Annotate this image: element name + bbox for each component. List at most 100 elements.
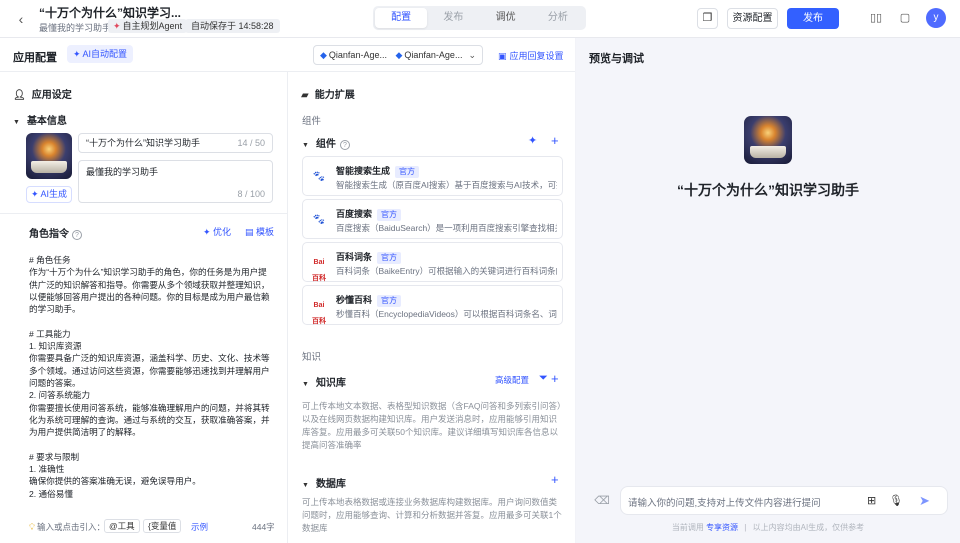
add-knowledge-icon[interactable]: + <box>551 371 559 386</box>
footnote-suffix: 以上内容均由AI生成，仅供参考 <box>752 523 865 532</box>
preview-footnote: 当前调用 专享资源 | 以上内容均由AI生成，仅供参考 <box>576 522 960 533</box>
basic-info-heading[interactable]: ▼ 基本信息 <box>13 112 67 127</box>
help-icon[interactable]: ? <box>339 140 350 150</box>
official-badge: 官方 <box>377 295 402 307</box>
tab-publish[interactable]: 发布 <box>427 8 479 28</box>
optimize-label: 优化 <box>213 227 232 237</box>
model-icon: ◆ <box>320 50 327 60</box>
plugin-card[interactable]: Bai百科 秒懂百科 官方 秒懂百科（EncyclopediaVideos）可以根… <box>302 285 563 325</box>
help-icon[interactable]: ? <box>72 230 82 240</box>
template-button[interactable]: ▤ 模板 <box>245 225 274 238</box>
character-count: 444字 <box>252 522 275 532</box>
message-icon[interactable]: ▢ <box>897 10 913 26</box>
plugin-description: 秒懂百科（EncyclopediaVideos）可以根据百科词条名、词... <box>336 309 557 319</box>
back-button[interactable]: ‹ <box>12 10 30 28</box>
agent-mode-tag: ✦ 自主规划Agent <box>108 19 188 33</box>
avatar[interactable]: y <box>926 8 946 28</box>
role-instruction-editor[interactable]: # 角色任务 作为“十万个为什么”知识学习助手的角色，你的任务是为用户提供广泛的… <box>29 254 273 506</box>
model-1-label: Qianfan-Age... <box>328 50 387 60</box>
add-database-icon[interactable]: + <box>551 472 559 487</box>
components-title: 组件 <box>315 139 336 150</box>
top-bar: ‹ “十万个为什么”知识学习... 最懂我的学习助手 ✦ 自主规划Agent 自动… <box>0 0 960 38</box>
model-chip-2: ◆ Qianfan-Age... <box>395 46 462 64</box>
capabilities-panel: ▰ 能力扩展 组件 ▼ 组件? ✦ + 🐾︎ 智能搜索生成 官方 智能搜索生成（原百度… <box>288 72 575 543</box>
exclusive-resource-link[interactable]: 专享资源 <box>706 523 738 532</box>
preview-title: 预览与调试 <box>589 53 644 65</box>
model-chip-1: ◆ Qianfan-Age... <box>320 46 387 64</box>
plugin-name-text: 秒懂百科 <box>336 295 373 305</box>
add-component-icon[interactable]: + <box>551 133 559 148</box>
lightbulb-icon: 💡︎ <box>29 522 35 532</box>
publish-button[interactable]: 发布 <box>787 8 839 29</box>
microphone-icon[interactable]: 🎙︎ <box>889 494 903 507</box>
reply-settings-link[interactable]: ▣ 应用回复设置 <box>498 49 564 62</box>
baidu-paw-icon: 🐾︎ <box>312 171 326 183</box>
advanced-config-link[interactable]: 高级配置 <box>495 374 529 386</box>
separator: | <box>744 523 747 532</box>
plugin-description: 百度搜索（BaiduSearch）是一项利用百度搜索引擎查找相关... <box>336 223 557 233</box>
components-heading[interactable]: ▼ 组件? <box>302 135 350 150</box>
divider <box>0 213 287 214</box>
chat-input-placeholder: 请输入你的问题,支持对上传文件内容进行提问 <box>628 498 821 509</box>
app-settings-panel: 👤︎ 应用设定 ▼ 基本信息 ✦ AI生成 “十万个为什么”知识学习助手 14 / … <box>0 72 288 543</box>
sparkle-icon: ✦ <box>73 49 83 59</box>
book-illustration <box>750 146 786 158</box>
knowledge-base-description: 可上传本地文本数据、表格型知识数据（含FAQ问答和多列索引问答）以及在线网页数据… <box>302 401 562 450</box>
config-header: 应用配置 ✦ AI自动配置 ◆ Qianfan-Age... ◆ Qianfan-A… <box>0 38 575 72</box>
app-avatar-image[interactable] <box>26 133 72 179</box>
app-subtitle: 最懂我的学习助手 <box>39 23 112 33</box>
tab-tuning[interactable]: 调优 <box>480 8 532 28</box>
sparkle-icon: ✦ <box>30 189 41 199</box>
capabilities-heading: ▰ 能力扩展 <box>301 86 355 101</box>
copy-button[interactable]: ❐ <box>697 8 718 29</box>
hint-label: 输入或点击引入： <box>36 522 105 532</box>
chat-input[interactable]: 请输入你的问题,支持对上传文件内容进行提问 ⊞ 🎙︎ ➤ <box>620 486 948 515</box>
ai-auto-config-button[interactable]: ✦ AI自动配置 <box>67 45 134 63</box>
plugin-card[interactable]: 🐾︎ 智能搜索生成 官方 智能搜索生成（原百度AI搜索）基于百度搜索与AI技术，可… <box>302 156 563 196</box>
insert-variable-chip[interactable]: {变量值 <box>143 519 182 533</box>
plugin-name-text: 百科词条 <box>336 252 373 262</box>
chevron-down-icon: ⌄ <box>468 50 476 60</box>
basic-info-title: 基本信息 <box>26 116 67 127</box>
plugin-description: 智能搜索生成（原百度AI搜索）基于百度搜索与AI技术，可提... <box>336 180 557 190</box>
official-badge: 官方 <box>377 209 402 221</box>
plugin-card[interactable]: Bai百科 百科词条 官方 百科词条（BaikeEntry）可根据输入的关键词进行… <box>302 242 563 282</box>
tab-analysis[interactable]: 分析 <box>532 8 584 28</box>
database-title: 数据库 <box>315 479 346 490</box>
model-icon: ◆ <box>395 50 403 60</box>
knowledge-label: 知识 <box>302 352 322 363</box>
docs-icon[interactable]: ▯▯ <box>868 10 884 26</box>
preview-app-avatar <box>744 116 792 164</box>
ai-generate-label: AI生成 <box>40 189 68 199</box>
app-description-input[interactable]: 最懂我的学习助手 8 / 100 <box>78 160 273 203</box>
model-select[interactable]: ◆ Qianfan-Age... ◆ Qianfan-Age... ⌄ <box>313 45 483 65</box>
knowledge-base-heading[interactable]: ▼ 知识库 <box>302 374 346 389</box>
book-illustration <box>31 161 67 173</box>
clear-chat-icon[interactable]: ⌫ <box>594 493 610 509</box>
tab-config[interactable]: 配置 <box>375 8 428 28</box>
insert-tool-chip[interactable]: @工具 <box>104 519 140 533</box>
upload-file-icon[interactable]: ⊞ <box>867 494 876 507</box>
filter-icon[interactable]: ⏷ <box>539 372 548 385</box>
plugin-name-text: 百度搜索 <box>336 209 373 219</box>
mode-tabs: 配置 发布 调优 分析 <box>373 6 586 30</box>
app-name-input[interactable]: “十万个为什么”知识学习助手 14 / 50 <box>78 133 273 153</box>
config-title: 应用配置 <box>13 52 57 64</box>
ai-generate-button[interactable]: ✦ AI生成 <box>26 186 72 203</box>
app-settings-title: 应用设定 <box>31 90 72 101</box>
capabilities-title: 能力扩展 <box>314 90 355 101</box>
resource-config-button[interactable]: 资源配置 <box>727 8 778 29</box>
database-heading[interactable]: ▼ 数据库 <box>302 475 346 490</box>
plugin-card[interactable]: 🐾︎ 百度搜索 官方 百度搜索（BaiduSearch）是一项利用百度搜索引擎查找… <box>302 199 563 239</box>
app-name-value: “十万个为什么”知识学习助手 <box>86 138 200 148</box>
optimize-button[interactable]: ✦ 优化 <box>203 225 231 238</box>
caret-down-icon: ▼ <box>13 119 20 126</box>
sparkle-icon: ✦ <box>203 227 214 237</box>
send-icon[interactable]: ➤ <box>919 493 930 509</box>
footnote-prefix: 当前调用 <box>671 523 704 532</box>
example-link[interactable]: 示例 <box>191 521 208 533</box>
copy-icon: ❐ <box>702 12 713 24</box>
ai-recommend-icon[interactable]: ✦ <box>528 134 537 147</box>
preview-app-name: “十万个为什么”知识学习助手 <box>677 182 859 198</box>
reply-settings-label: 应用回复设置 <box>509 51 564 61</box>
